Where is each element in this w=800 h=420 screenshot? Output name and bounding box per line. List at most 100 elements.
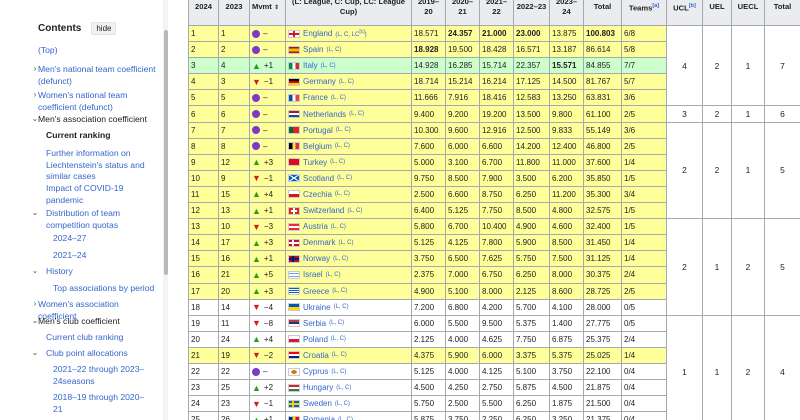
country-link[interactable]: Hungary xyxy=(303,383,333,392)
competition-suffix[interactable]: (L, C, LC[c]) xyxy=(335,29,366,38)
competition-suffix[interactable]: (L, C) xyxy=(332,288,347,294)
col-header-2023-24[interactable]: 2023–24 xyxy=(549,0,584,26)
toc-item[interactable]: Men's national team coefficient (defunct… xyxy=(38,64,158,87)
movement-value: −1 xyxy=(263,173,274,183)
competition-suffix[interactable]: (L, C) xyxy=(329,320,344,326)
col-header-uecl[interactable]: UECL xyxy=(731,0,765,26)
places-uecl-cell: 2 xyxy=(731,218,765,316)
country-link[interactable]: Croatia xyxy=(303,351,329,360)
country-link[interactable]: Austria xyxy=(303,222,328,231)
country-link[interactable]: Cyprus xyxy=(303,367,328,376)
toc-item[interactable]: Further information on Liechtenstein's s… xyxy=(46,148,150,183)
toc-hide-button[interactable]: hide xyxy=(91,22,117,35)
country-link[interactable]: Sweden xyxy=(303,399,332,408)
chevron-down-icon[interactable]: ⌄ xyxy=(31,114,39,123)
competition-suffix[interactable]: (L, C) xyxy=(333,256,348,262)
competition-suffix[interactable]: (L, C) xyxy=(331,369,346,375)
country-link[interactable]: Netherlands xyxy=(303,110,346,119)
chevron-down-icon[interactable]: ⌄ xyxy=(31,266,39,275)
competition-suffix[interactable]: (L, C) xyxy=(336,385,351,391)
competition-suffix[interactable]: (L, C) xyxy=(337,175,352,181)
col-header-uel[interactable]: UEL xyxy=(702,0,732,26)
toc-item[interactable]: Women's national team coefficient (defun… xyxy=(38,90,150,113)
suffix-close: ) xyxy=(364,32,367,39)
chevron-down-icon[interactable]: ⌄ xyxy=(31,348,39,357)
competition-suffix[interactable]: (L, C) xyxy=(330,159,345,165)
competition-suffix[interactable]: (L, C) xyxy=(336,127,351,133)
country-link[interactable]: Spain xyxy=(303,45,323,54)
col-header-teams[interactable]: Teams[a] xyxy=(621,0,667,26)
toc-item[interactable]: Distribution of team competition quotas xyxy=(46,208,150,231)
competition-suffix[interactable]: (L, C) xyxy=(335,191,350,197)
country-link[interactable]: Romania xyxy=(303,415,335,420)
competition-suffix[interactable]: (L, C) xyxy=(347,208,362,214)
country-link[interactable]: Israel xyxy=(303,270,323,279)
footnote-link[interactable]: [a] xyxy=(652,3,659,9)
country-link[interactable]: Denmark xyxy=(303,238,335,247)
competition-suffix[interactable]: (L, C) xyxy=(331,224,346,230)
toc-item[interactable]: (Top) xyxy=(38,45,158,57)
country-link[interactable]: Turkey xyxy=(303,158,327,167)
country-link[interactable]: Italy xyxy=(303,61,318,70)
col-header-ucl[interactable]: UCL[b] xyxy=(666,0,703,26)
competition-suffix[interactable]: (L, C) xyxy=(335,401,350,407)
competition-suffix[interactable]: (L, C) xyxy=(332,352,347,358)
col-header-total[interactable]: Total xyxy=(583,0,622,26)
toc-item[interactable]: Men's association coefficient xyxy=(38,114,158,126)
country-link[interactable]: Belgium xyxy=(303,142,332,151)
col-header-total-places[interactable]: Total xyxy=(764,0,800,26)
competition-suffix[interactable]: (L, C) xyxy=(321,63,336,69)
competition-suffix[interactable]: (L, C) xyxy=(335,143,350,149)
toc-item[interactable]: 2021–24 xyxy=(53,250,149,262)
competition-suffix[interactable]: (L, C) xyxy=(349,111,364,117)
toc-item[interactable]: 2021–22 through 2023–24seasons xyxy=(53,364,149,387)
country-link[interactable]: Greece xyxy=(303,287,329,296)
country-link[interactable]: Germany xyxy=(303,77,336,86)
sort-icon[interactable]: ⇕ xyxy=(274,5,279,11)
competition-suffix[interactable]: (L, C) xyxy=(338,240,353,246)
competition-suffix[interactable]: (L, C) xyxy=(326,272,341,278)
competition-suffix[interactable]: (L, C) xyxy=(326,47,341,53)
country-link[interactable]: France xyxy=(303,93,328,102)
coef-s2-cell: 9.600 xyxy=(445,121,480,139)
country-link[interactable]: Poland xyxy=(303,335,328,344)
col-header-2020-21[interactable]: 2020–21 xyxy=(445,0,480,26)
col-header-movement[interactable]: Mvmt ⇕ xyxy=(249,0,286,26)
toc-item[interactable]: Current club ranking xyxy=(46,332,150,344)
toc-item[interactable]: Current ranking xyxy=(46,130,158,142)
chevron-down-icon[interactable]: ⌄ xyxy=(31,316,39,325)
country-link[interactable]: Norway xyxy=(303,254,330,263)
toc-item[interactable]: Top associations by period xyxy=(53,283,157,295)
toc-item[interactable]: History xyxy=(46,266,150,278)
toc-item[interactable]: 2024–27 xyxy=(53,233,149,245)
toc-item[interactable]: Impact of COVID-19 pandemic xyxy=(46,183,150,206)
toc-item[interactable]: 2018–19 through 2020–21 xyxy=(53,392,149,415)
chevron-right-icon[interactable]: › xyxy=(31,299,39,308)
country-link[interactable]: Switzerland xyxy=(303,206,344,215)
country-link[interactable]: Czechia xyxy=(303,190,332,199)
col-header-2021-22[interactable]: 2021–22 xyxy=(479,0,514,26)
country-link[interactable]: England xyxy=(303,29,332,38)
country-link[interactable]: Scotland xyxy=(303,174,334,183)
col-header-2022-23[interactable]: 2022–23 xyxy=(513,0,550,26)
flag-ukr-icon xyxy=(288,303,300,312)
competition-suffix[interactable]: (L, C) xyxy=(331,336,346,342)
col-header-2019-20[interactable]: 2019–20 xyxy=(411,0,446,26)
toc-item[interactable]: Club point allocations xyxy=(46,348,150,360)
toc-scrollbar[interactable] xyxy=(163,0,168,420)
competition-suffix[interactable]: (L, C) xyxy=(331,95,346,101)
col-header-2024[interactable]: 2024 xyxy=(188,0,219,26)
competition-suffix[interactable]: (L, C) xyxy=(339,79,354,85)
col-header-2023[interactable]: 2023 xyxy=(218,0,250,26)
chevron-right-icon[interactable]: › xyxy=(31,64,39,73)
footnote-link[interactable]: [b] xyxy=(689,3,696,9)
country-link[interactable]: Portugal xyxy=(303,126,333,135)
rank-2024-cell: 22 xyxy=(188,362,219,381)
chevron-right-icon[interactable]: › xyxy=(31,90,39,99)
toc-item[interactable]: Men's club coefficient xyxy=(38,316,158,328)
country-link[interactable]: Serbia xyxy=(303,319,326,328)
competition-suffix[interactable]: (L, C) xyxy=(334,304,349,310)
toc-scrollbar-thumb[interactable] xyxy=(164,30,168,275)
chevron-down-icon[interactable]: ⌄ xyxy=(31,208,39,217)
country-link[interactable]: Ukraine xyxy=(303,303,331,312)
